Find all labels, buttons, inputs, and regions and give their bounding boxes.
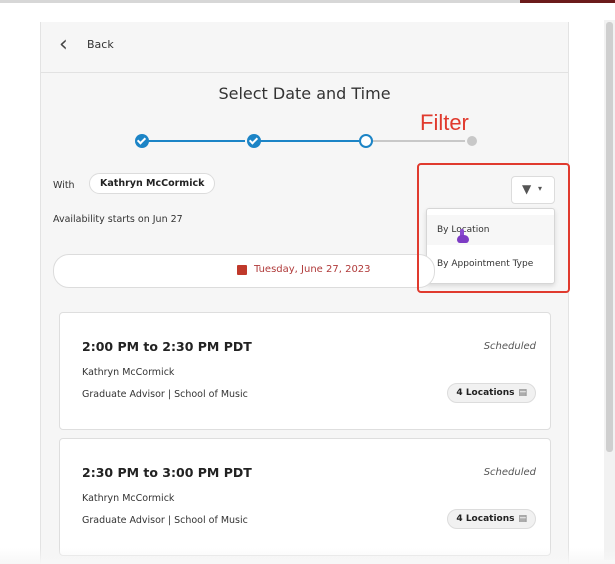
list-icon: ▤ bbox=[518, 514, 527, 524]
advisor-chip: Kathryn McCormick bbox=[89, 173, 216, 194]
selected-date: Tuesday, June 27, 2023 bbox=[254, 264, 371, 275]
time-slot-card[interactable]: 2:00 PM to 2:30 PM PDT Scheduled Kathryn… bbox=[59, 312, 551, 430]
slot-time: 2:30 PM to 3:00 PM PDT bbox=[82, 465, 252, 480]
cursor-palm bbox=[457, 235, 469, 243]
bottom-fade bbox=[0, 548, 615, 564]
slot-advisor: Kathryn McCormick bbox=[82, 493, 175, 504]
step-line bbox=[255, 140, 359, 142]
with-label: With bbox=[53, 180, 75, 191]
time-slot-card[interactable]: 2:30 PM to 3:00 PM PDT Scheduled Kathryn… bbox=[59, 438, 551, 556]
scheduler-panel: ‹ Back Select Date and Time With Kathryn… bbox=[40, 22, 569, 564]
annotation-highlight-box bbox=[417, 163, 570, 293]
scrollbar-thumb[interactable] bbox=[606, 22, 613, 452]
step-line bbox=[369, 140, 465, 142]
slot-status: Scheduled bbox=[483, 341, 536, 352]
slot-role: Graduate Advisor | School of Music bbox=[82, 389, 248, 400]
slot-time: 2:00 PM to 2:30 PM PDT bbox=[82, 339, 252, 354]
step-complete-icon bbox=[135, 134, 149, 148]
hand-cursor-icon bbox=[457, 229, 469, 243]
back-button[interactable]: Back bbox=[87, 38, 114, 51]
step-complete-icon bbox=[247, 134, 261, 148]
locations-label: 4 Locations bbox=[456, 388, 515, 398]
slot-role: Graduate Advisor | School of Music bbox=[82, 515, 248, 526]
top-accent bbox=[520, 0, 615, 3]
locations-badge[interactable]: 4 Locations ▤ bbox=[447, 383, 536, 403]
page-title: Select Date and Time bbox=[218, 84, 391, 103]
availability-text: Availability starts on Jun 27 bbox=[53, 214, 183, 225]
calendar-icon bbox=[237, 265, 247, 275]
list-icon: ▤ bbox=[518, 388, 527, 398]
annotation-label: Filter bbox=[420, 110, 469, 135]
step-line bbox=[141, 140, 245, 142]
chevron-left-icon[interactable]: ‹ bbox=[59, 34, 68, 56]
back-row[interactable]: ‹ Back bbox=[41, 22, 568, 73]
slot-status: Scheduled bbox=[483, 467, 536, 478]
step-current-icon bbox=[359, 134, 373, 148]
locations-label: 4 Locations bbox=[456, 514, 515, 524]
locations-badge[interactable]: 4 Locations ▤ bbox=[447, 509, 536, 529]
date-selector[interactable]: Tuesday, June 27, 2023 bbox=[53, 254, 435, 288]
step-pending-icon bbox=[467, 136, 477, 146]
slot-advisor: Kathryn McCormick bbox=[82, 367, 175, 378]
